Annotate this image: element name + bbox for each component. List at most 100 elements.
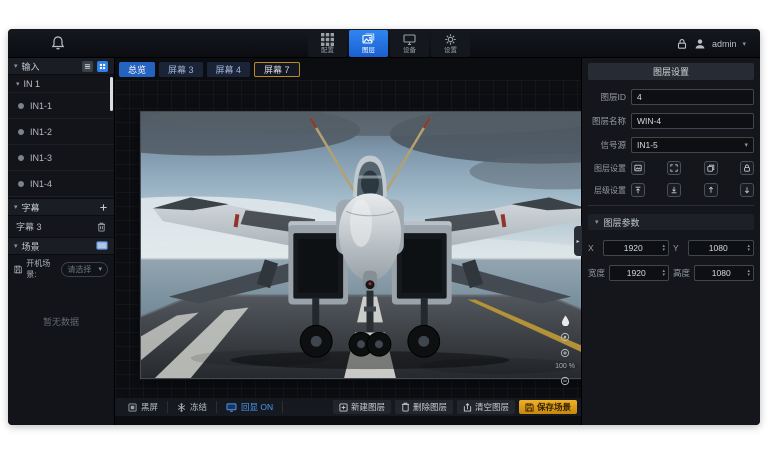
chevron-down-icon: ▾ bbox=[14, 62, 18, 70]
layer-id-row: 图层ID bbox=[588, 89, 754, 105]
clear-icon bbox=[463, 402, 472, 412]
list-view-icon[interactable] bbox=[82, 61, 93, 72]
stepper-carets[interactable]: ▴▾ bbox=[747, 269, 753, 277]
input-item-label: IN1-4 bbox=[30, 179, 52, 189]
fullscreen-tool-button[interactable] bbox=[667, 161, 681, 175]
trash-icon[interactable] bbox=[97, 222, 106, 232]
app-window: 配置 图层 设备 bbox=[8, 29, 760, 425]
workspace: 总览 屏幕 3 屏幕 4 屏幕 7 bbox=[115, 58, 581, 425]
echo-toggle[interactable]: 回显 ON bbox=[217, 401, 283, 413]
input-section-header[interactable]: ▾ 输入 bbox=[8, 58, 114, 75]
freeze-toggle[interactable]: 冻结 bbox=[168, 401, 217, 413]
list-item[interactable]: IN1-3 bbox=[8, 145, 114, 171]
monitor-icon[interactable] bbox=[96, 241, 108, 251]
chevron-down-icon[interactable]: ▾ bbox=[742, 40, 746, 48]
layer-tools-row: 图层设置 bbox=[588, 161, 754, 175]
scrollbar-thumb[interactable] bbox=[110, 77, 113, 111]
bring-to-top-button[interactable] bbox=[631, 183, 645, 197]
user-icon bbox=[694, 38, 706, 50]
layer-params-header[interactable]: ▾ 图层参数 bbox=[588, 214, 754, 230]
stepper-carets[interactable]: ▴▾ bbox=[662, 244, 668, 252]
x-stepper[interactable]: 1920 ▴▾ bbox=[603, 240, 669, 256]
width-stepper[interactable]: 1920 ▴▾ bbox=[609, 265, 669, 281]
layer-name-row: 图层名称 bbox=[588, 113, 754, 129]
move-down-button[interactable] bbox=[740, 183, 754, 197]
stepper-carets[interactable]: ▴▾ bbox=[747, 244, 753, 252]
tab-screen-3[interactable]: 屏幕 3 bbox=[159, 62, 203, 77]
y-stepper[interactable]: 1080 ▴▾ bbox=[688, 240, 754, 256]
y-label: Y bbox=[673, 243, 684, 253]
nav-item-settings[interactable]: 设置 bbox=[431, 30, 470, 57]
trash-icon bbox=[401, 402, 410, 412]
layer-actions: 新建图层 删除图层 清空图层 保存场景 bbox=[333, 400, 577, 414]
move-up-button[interactable] bbox=[704, 183, 718, 197]
save-scene-button[interactable]: 保存场景 bbox=[519, 400, 577, 414]
panel-divider bbox=[588, 205, 754, 206]
tab-overview[interactable]: 总览 bbox=[119, 62, 155, 77]
list-item[interactable]: IN1-1 bbox=[8, 93, 114, 119]
layer-order-label: 层级设置 bbox=[588, 185, 626, 196]
signal-dot-icon bbox=[18, 181, 24, 187]
locate-icon[interactable] bbox=[560, 331, 571, 342]
nav-label: 设置 bbox=[444, 47, 457, 54]
list-item[interactable]: IN1-2 bbox=[8, 119, 114, 145]
input-group-header[interactable]: ▾ IN 1 bbox=[8, 75, 114, 93]
nav-item-layers[interactable]: 图层 bbox=[349, 30, 388, 57]
snowflake-icon bbox=[177, 403, 186, 412]
layer-id-input[interactable] bbox=[631, 89, 754, 105]
zoom-out-icon[interactable] bbox=[560, 375, 571, 386]
signal-source-select[interactable]: IN1-5 ▾ bbox=[631, 137, 754, 153]
boot-scene-row: 开机场景: 请选择 ▾ bbox=[8, 255, 114, 283]
boot-scene-label: 开机场景: bbox=[26, 258, 57, 280]
layer-name-label: 图层名称 bbox=[588, 115, 626, 127]
user-name[interactable]: admin bbox=[712, 39, 737, 49]
layer-window[interactable] bbox=[140, 111, 600, 379]
boot-scene-select[interactable]: 请选择 ▾ bbox=[61, 262, 108, 277]
copy-tool-button[interactable] bbox=[704, 161, 718, 175]
subtitle-section-header[interactable]: ▾ 字幕 bbox=[8, 199, 114, 216]
user-area: admin ▾ bbox=[676, 29, 746, 58]
tab-screen-4[interactable]: 屏幕 4 bbox=[207, 62, 251, 77]
bell-icon[interactable] bbox=[50, 35, 66, 51]
delete-layer-button[interactable]: 删除图层 bbox=[395, 400, 453, 414]
scene-section-header[interactable]: ▾ 场景 bbox=[8, 238, 114, 255]
arrow-to-top-icon bbox=[634, 186, 642, 194]
lock-icon[interactable] bbox=[676, 38, 688, 50]
zoom-in-icon[interactable] bbox=[560, 347, 571, 358]
image-tool-button[interactable] bbox=[631, 161, 645, 175]
layer-name-input[interactable] bbox=[631, 113, 754, 129]
height-value: 1080 bbox=[695, 268, 747, 278]
grid-view-icon[interactable] bbox=[97, 61, 108, 72]
signal-source-value: IN1-5 bbox=[637, 140, 658, 150]
panel-collapse-handle[interactable]: ▸ bbox=[574, 226, 582, 256]
layer-settings-panel: ▸ 图层设置 图层ID 图层名称 信号源 IN1-5 ▾ 图层设置 bbox=[581, 58, 760, 425]
height-stepper[interactable]: 1080 ▴▾ bbox=[694, 265, 754, 281]
lock-icon bbox=[743, 164, 751, 172]
new-layer-button[interactable]: 新建图层 bbox=[333, 400, 391, 414]
input-tree: ▾ IN 1 IN1-1 IN1-2 IN1-3 IN1-4 bbox=[8, 75, 114, 199]
empty-data-text: 暂无数据 bbox=[8, 283, 114, 425]
nav-item-device[interactable]: 设备 bbox=[390, 30, 429, 57]
tab-screen-7[interactable]: 屏幕 7 bbox=[254, 62, 300, 77]
droplet-icon[interactable] bbox=[560, 315, 571, 326]
plus-icon[interactable] bbox=[99, 203, 108, 212]
plus-square-icon bbox=[339, 403, 348, 412]
list-item[interactable]: IN1-4 bbox=[8, 171, 114, 197]
black-screen-toggle[interactable]: 黑屏 bbox=[119, 401, 168, 413]
tab-label: 屏幕 7 bbox=[264, 63, 290, 76]
arrow-up-icon bbox=[707, 186, 715, 194]
nav-item-config[interactable]: 配置 bbox=[308, 30, 347, 57]
subtitle-item[interactable]: 字幕 3 bbox=[8, 216, 114, 238]
clear-layer-button[interactable]: 清空图层 bbox=[457, 400, 515, 414]
nav-label: 图层 bbox=[362, 47, 375, 54]
lock-tool-button[interactable] bbox=[740, 161, 754, 175]
send-to-bottom-button[interactable] bbox=[667, 183, 681, 197]
new-layer-label: 新建图层 bbox=[351, 401, 385, 413]
layer-tools-label: 图层设置 bbox=[588, 163, 626, 174]
layout-canvas[interactable]: 100 % bbox=[115, 80, 581, 398]
black-screen-label: 黑屏 bbox=[141, 401, 158, 413]
chevron-down-icon: ▾ bbox=[14, 242, 18, 250]
stepper-carets[interactable]: ▴▾ bbox=[662, 269, 668, 277]
height-label: 高度 bbox=[673, 267, 690, 279]
save-icon bbox=[525, 403, 534, 412]
